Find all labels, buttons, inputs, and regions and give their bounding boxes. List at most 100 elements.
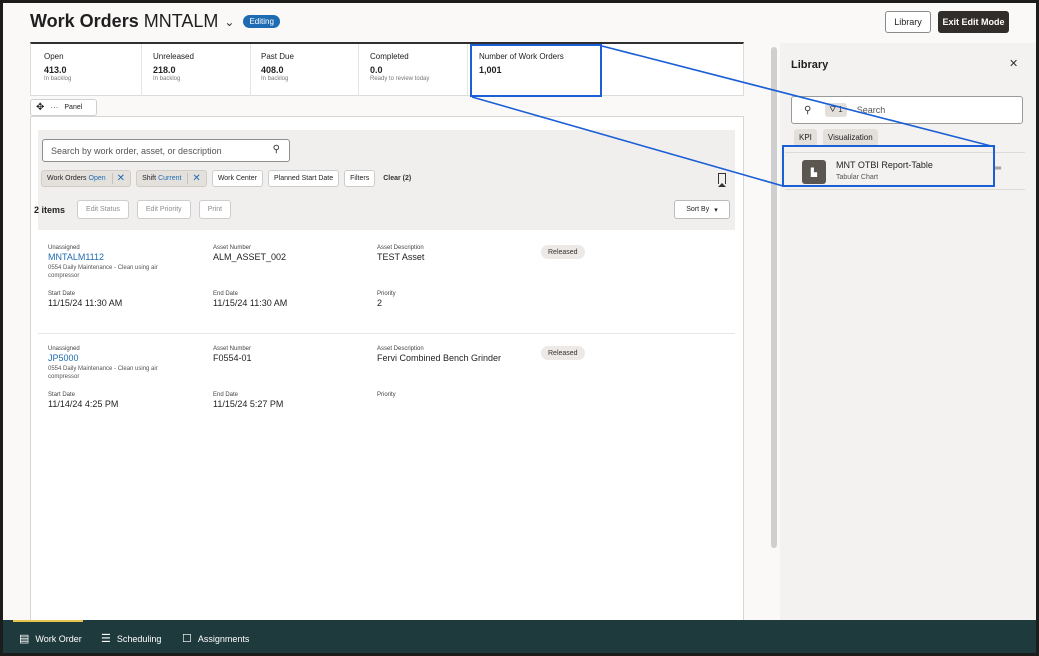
kpi-label: Past Due [261, 52, 294, 61]
field-value: F0554-01 [213, 353, 252, 363]
more-icon[interactable]: ··· [50, 103, 58, 112]
close-icon[interactable]: ✕ [1009, 57, 1018, 70]
bottom-navigation: ▤ Work Order ☰ Scheduling ☐ Assignments [3, 620, 1036, 653]
close-icon[interactable]: ✕ [187, 173, 201, 184]
kpi-label: Completed [370, 52, 409, 61]
move-icon[interactable]: ✥ [36, 102, 44, 113]
sort-by-button[interactable]: Sort By ▾ [674, 200, 730, 219]
active-tab-indicator [13, 620, 83, 622]
filter-chip-planned-start-date[interactable]: Planned Start Date [267, 170, 340, 187]
search-icon[interactable]: ⚲ [273, 144, 280, 155]
kpi-value: 408.0 [261, 65, 284, 75]
filter-icon[interactable]: ⛛ 1 [825, 103, 847, 117]
sort-by-label: Sort By [686, 206, 710, 213]
priority: Priority [377, 392, 396, 399]
chevron-down-icon[interactable]: ⌄ [224, 15, 234, 29]
kpi-divider [358, 44, 359, 96]
asset-number: Asset Number F0554-01 [213, 346, 252, 363]
kpi-open[interactable]: Open 413.0 In backlog [44, 52, 71, 82]
nav-work-order[interactable]: ▤ Work Order [19, 632, 82, 645]
filter-count: 1 [838, 105, 843, 114]
kpi-sub: In backlog [261, 76, 289, 82]
kpi-value: 413.0 [44, 65, 67, 75]
nav-scheduling[interactable]: ☰ Scheduling [101, 632, 161, 645]
field-value: Fervi Combined Bench Grinder [377, 353, 502, 363]
library-search-input[interactable]: ⚲ ⛛ 1 Search [791, 96, 1023, 124]
work-order-icon: ▤ [19, 633, 30, 645]
clear-filters-link[interactable]: Clear (2) [383, 175, 411, 182]
page-title-sub[interactable]: MNTALM [144, 11, 219, 32]
page-title: Work Orders MNTALM ⌄ Editing [30, 11, 280, 32]
work-order-card[interactable]: Unassigned MNTALM1112 0554 Daily Mainten… [38, 231, 735, 332]
library-button[interactable]: Library [885, 11, 931, 33]
kpi-unreleased[interactable]: Unreleased 218.0 In backlog [153, 52, 194, 82]
items-count: 2 items [34, 204, 66, 215]
filter-chip-shift[interactable]: Shift Current ✕ [136, 170, 207, 187]
filter-chip-value: Open [88, 175, 106, 182]
work-order-info: Unassigned MNTALM1112 0554 Daily Mainten… [48, 245, 186, 280]
highlight-box-kpi [470, 44, 602, 97]
filter-chip-name: Work Orders [47, 175, 87, 182]
field-label: Start Date [48, 392, 76, 398]
kpi-value: 218.0 [153, 65, 176, 75]
work-order-card[interactable]: Unassigned JP5000 0554 Daily Maintenance… [38, 334, 735, 435]
kpi-label: Unreleased [153, 52, 194, 61]
highlight-box-library-item [782, 145, 995, 187]
app-window: Work Orders MNTALM ⌄ Editing Library Exi… [3, 3, 1036, 653]
field-label: Asset Description [377, 346, 424, 352]
nav-label: Work Order [35, 633, 82, 644]
kpi-row: Open 413.0 In backlog Unreleased 218.0 I… [30, 42, 744, 96]
print-button[interactable]: Print [198, 200, 232, 219]
field-label: End Date [213, 291, 239, 297]
exit-edit-mode-button[interactable]: Exit Edit Mode [938, 11, 1009, 33]
status-badge: Released [541, 245, 585, 259]
kpi-divider [250, 44, 251, 96]
tab-kpi[interactable]: KPI [794, 129, 817, 146]
search-icon: ⚲ [804, 104, 812, 116]
filter-chip-work-center[interactable]: Work Center [211, 170, 263, 187]
edit-priority-button[interactable]: Edit Priority [136, 200, 191, 219]
kpi-completed[interactable]: Completed 0.0 Ready to review today [370, 52, 429, 82]
start-date: Start Date 11/15/24 11:30 AM [48, 291, 122, 308]
caret-down-icon: ▾ [714, 206, 718, 214]
search-input[interactable]: Search by work order, asset, or descript… [42, 139, 290, 162]
drag-handle-icon[interactable]: ═ [994, 163, 1001, 174]
kpi-divider [467, 44, 468, 96]
end-date: End Date 11/15/24 11:30 AM [213, 291, 287, 308]
field-label: Asset Number [213, 245, 252, 251]
work-order-link[interactable]: JP5000 [48, 353, 186, 363]
vertical-scrollbar[interactable] [771, 47, 777, 548]
filter-chip-value: Current [158, 175, 182, 182]
kpi-past-due[interactable]: Past Due 408.0 In backlog [261, 52, 294, 82]
kpi-divider [141, 44, 142, 96]
library-drawer: Library ✕ ⚲ ⛛ 1 Search KPI Visualization… [780, 43, 1036, 621]
work-order-link[interactable]: MNTALM1112 [48, 252, 186, 262]
kpi-label: Open [44, 52, 64, 61]
filter-chips: Work Orders Open ✕ Shift Current ✕ Work … [41, 170, 411, 187]
status-badge: Released [541, 346, 585, 360]
page-header: Work Orders MNTALM ⌄ Editing Library Exi… [3, 3, 1036, 43]
bookmark-icon[interactable] [718, 173, 726, 187]
field-value: 11/15/24 5:27 PM [213, 399, 284, 409]
panel-toolbar[interactable]: ✥ ··· Panel [30, 99, 97, 116]
field-label: Asset Number [213, 346, 252, 352]
kpi-sub: Ready to review today [370, 76, 430, 82]
assignee: Unassigned [48, 346, 80, 352]
kpi-sub: In backlog [153, 76, 181, 82]
kpi-value: 0.0 [370, 65, 383, 75]
nav-assignments[interactable]: ☐ Assignments [182, 632, 249, 645]
assignee: Unassigned [48, 245, 80, 251]
close-icon[interactable]: ✕ [111, 173, 125, 184]
asset-number: Asset Number ALM_ASSET_002 [213, 245, 286, 262]
tab-visualization[interactable]: Visualization [822, 129, 878, 146]
field-value: 11/15/24 11:30 AM [48, 298, 123, 308]
scheduling-icon: ☰ [101, 633, 111, 645]
filter-chip-work-orders[interactable]: Work Orders Open ✕ [41, 170, 132, 187]
edit-status-button[interactable]: Edit Status [77, 200, 129, 219]
field-label: Asset Description [377, 245, 424, 251]
field-label: Start Date [48, 291, 76, 297]
field-label: Priority [377, 392, 396, 398]
library-tabs: KPI Visualization [794, 129, 878, 146]
filters-button[interactable]: Filters [344, 170, 376, 187]
priority: Priority 2 [377, 291, 396, 308]
